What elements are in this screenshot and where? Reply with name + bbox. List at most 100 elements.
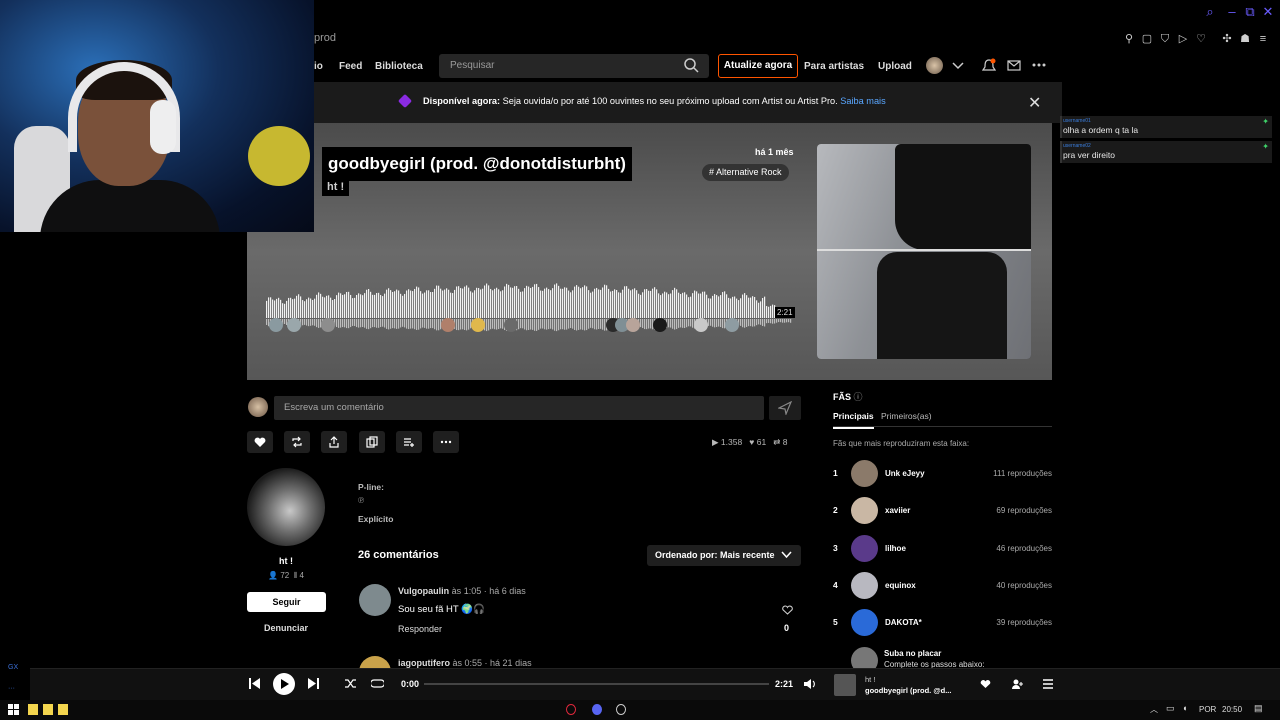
- now-playing-title[interactable]: goodbyegirl (prod. @d...: [865, 686, 951, 695]
- queue-icon[interactable]: [1042, 678, 1054, 690]
- menu-icon[interactable]: ≡: [1256, 32, 1270, 46]
- dots-icon[interactable]: ···: [8, 685, 15, 692]
- heart-icon[interactable]: [782, 605, 793, 615]
- learn-more-link[interactable]: Saiba mais: [840, 96, 885, 106]
- network-icon[interactable]: ▭: [1166, 703, 1175, 714]
- nav-for-artists[interactable]: Para artistas: [804, 61, 864, 72]
- pin-icon[interactable]: ⚲: [1122, 32, 1136, 46]
- notification-icon[interactable]: ▤: [1254, 703, 1263, 714]
- more-actions-button[interactable]: [433, 431, 459, 453]
- followers-count[interactable]: 72: [280, 571, 289, 580]
- avatar[interactable]: [359, 584, 391, 616]
- avatar[interactable]: [851, 571, 878, 599]
- waveform-comment-avatar[interactable]: [653, 318, 667, 332]
- puzzle-icon[interactable]: ✣: [1220, 32, 1234, 46]
- more-options-icon[interactable]: [1032, 63, 1046, 67]
- report-button[interactable]: Denunciar: [247, 623, 325, 633]
- play-extension-icon[interactable]: ▷: [1176, 32, 1190, 46]
- heart-extension-icon[interactable]: ♡: [1194, 32, 1208, 46]
- play-button[interactable]: [273, 673, 295, 695]
- fan-name[interactable]: equinox: [885, 581, 916, 590]
- browser-tab-title[interactable]: prod: [314, 32, 336, 44]
- nav-upload[interactable]: Upload: [878, 61, 912, 72]
- fan-name[interactable]: Unk eJeyy: [885, 469, 925, 478]
- folder-icon[interactable]: [28, 704, 38, 715]
- fan-name[interactable]: DAKOTA*: [885, 618, 922, 627]
- folder-icon[interactable]: [43, 704, 53, 715]
- mail-icon[interactable]: [1007, 60, 1021, 71]
- track-artist-link[interactable]: ht !: [322, 178, 350, 196]
- add-to-playlist-button[interactable]: [396, 431, 422, 453]
- comment-timestamp[interactable]: 0:55: [465, 658, 483, 668]
- folder-icon[interactable]: [58, 704, 68, 715]
- waveform-comment-avatar[interactable]: [504, 318, 518, 332]
- now-playing-artist[interactable]: ht !: [865, 675, 875, 684]
- opera-gx-icon[interactable]: [566, 704, 576, 715]
- shuffle-icon[interactable]: [344, 678, 357, 689]
- nav-feed[interactable]: Feed: [339, 61, 362, 72]
- fan-name[interactable]: lilhoe: [885, 544, 906, 553]
- waveform-comment-avatar[interactable]: [321, 318, 335, 332]
- discord-icon[interactable]: [592, 704, 602, 715]
- repost-button[interactable]: [284, 431, 310, 453]
- volume-icon[interactable]: ◖: [1182, 703, 1187, 713]
- comment-user[interactable]: Vulgopaulin: [398, 586, 449, 596]
- info-icon[interactable]: ⓘ: [854, 392, 863, 402]
- repeat-icon[interactable]: [371, 678, 384, 689]
- waveform-comment-avatar[interactable]: [269, 318, 283, 332]
- sort-dropdown[interactable]: Ordenado por: Mais recente: [647, 545, 801, 566]
- copy-link-button[interactable]: [359, 431, 385, 453]
- upgrade-button[interactable]: Atualize agora: [718, 54, 798, 78]
- waveform-comment-avatar[interactable]: [626, 318, 640, 332]
- track-cover-art[interactable]: [817, 144, 1031, 359]
- now-playing-cover[interactable]: [834, 674, 856, 696]
- shield-icon[interactable]: ⛉: [1158, 32, 1172, 46]
- waveform-comment-avatar[interactable]: [441, 318, 455, 332]
- nav-library[interactable]: Biblioteca: [375, 61, 423, 72]
- send-comment-button[interactable]: [769, 396, 801, 420]
- like-button[interactable]: [247, 431, 273, 453]
- artist-name[interactable]: ht !: [247, 556, 325, 566]
- comment-user[interactable]: iagoputifero: [398, 658, 450, 668]
- comment-input[interactable]: Escreva um comentário: [274, 396, 764, 420]
- waveform-comment-avatar[interactable]: [471, 318, 485, 332]
- start-icon[interactable]: [8, 704, 19, 715]
- tracks-count[interactable]: 4: [299, 571, 303, 580]
- follow-user-icon[interactable]: [1011, 678, 1023, 690]
- reply-button[interactable]: Responder: [398, 624, 442, 634]
- bell-icon[interactable]: [982, 58, 996, 74]
- avatar[interactable]: [851, 497, 878, 525]
- share-button[interactable]: [321, 431, 347, 453]
- fan-name[interactable]: xaviier: [885, 506, 910, 515]
- waveform[interactable]: [266, 272, 792, 342]
- search-icon[interactable]: [683, 57, 699, 73]
- genre-tag[interactable]: # Alternative Rock: [702, 164, 789, 181]
- next-icon[interactable]: [307, 677, 320, 690]
- avatar[interactable]: [851, 460, 878, 487]
- avatar[interactable]: [851, 609, 878, 637]
- search-input[interactable]: Pesquisar: [439, 54, 709, 78]
- comment-timestamp[interactable]: 1:05: [464, 586, 482, 596]
- obs-icon[interactable]: [616, 704, 626, 715]
- chevron-down-icon[interactable]: [952, 61, 964, 71]
- waveform-comment-avatar[interactable]: [287, 318, 301, 332]
- waveform-comment-avatar[interactable]: [694, 318, 708, 332]
- close-icon[interactable]: ✕: [1028, 93, 1041, 113]
- nav-home[interactable]: io: [314, 61, 323, 72]
- language-indicator[interactable]: POR: [1199, 705, 1216, 714]
- profile-icon[interactable]: ☗: [1238, 32, 1252, 46]
- waveform-comment-avatar[interactable]: [725, 318, 739, 332]
- screenshot-icon[interactable]: ▢: [1140, 32, 1154, 46]
- follow-button[interactable]: Seguir: [247, 592, 326, 612]
- search-icon[interactable]: ⌕: [1202, 4, 1218, 20]
- progress-bar[interactable]: [424, 683, 769, 685]
- close-window-icon[interactable]: ✕: [1260, 4, 1276, 20]
- volume-icon[interactable]: [803, 678, 816, 690]
- previous-icon[interactable]: [248, 677, 261, 690]
- maximize-icon[interactable]: ⧉: [1242, 4, 1258, 20]
- avatar[interactable]: [851, 534, 878, 562]
- artist-avatar[interactable]: [247, 468, 325, 546]
- clock[interactable]: 20:50: [1222, 705, 1242, 714]
- tab-first-fans[interactable]: Primeiros(as): [881, 411, 932, 421]
- user-avatar[interactable]: [926, 57, 943, 74]
